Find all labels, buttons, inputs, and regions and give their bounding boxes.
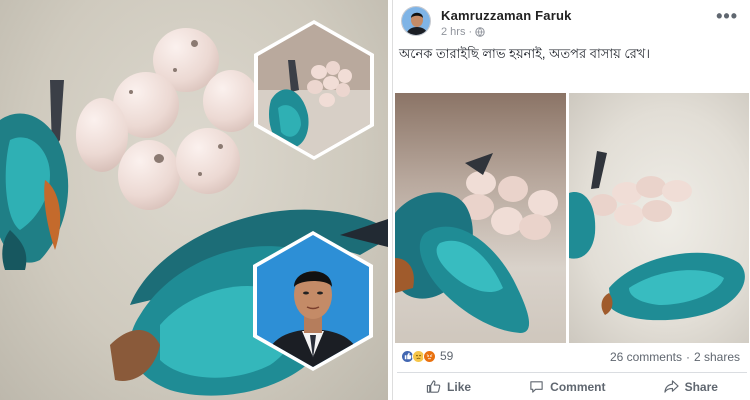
globe-icon <box>475 27 485 37</box>
egg <box>203 70 259 132</box>
share-icon <box>663 380 679 393</box>
post-caption: অনেক তারাইছি লাভ হয়নাই, অতপর বাসায় রেখ… <box>399 46 650 61</box>
composite-photo <box>0 0 388 400</box>
post-meta: 2 hrs · <box>441 26 485 38</box>
avatar[interactable] <box>401 6 431 36</box>
egg <box>176 128 240 194</box>
like-label: Like <box>447 379 472 394</box>
reaction-count: 59 <box>440 349 454 363</box>
engagement-counts: 26 comments · 2 shares <box>610 350 740 364</box>
counts-separator: · <box>685 350 690 364</box>
post-photo-1[interactable] <box>395 93 566 343</box>
meta-separator: · <box>468 26 473 38</box>
shares-count[interactable]: 2 shares <box>694 350 740 364</box>
comments-count[interactable]: 26 comments <box>610 350 682 364</box>
more-options-button[interactable]: ••• <box>716 6 738 27</box>
kingfisher-upper <box>0 80 69 270</box>
action-bar: Like Comment Share <box>397 372 747 400</box>
comment-icon <box>530 381 543 393</box>
like-icon <box>426 380 441 393</box>
post-time[interactable]: 2 hrs <box>441 26 465 38</box>
reaction-summary[interactable]: 59 <box>401 349 453 363</box>
kingfisher-eggs-photo <box>395 153 558 333</box>
comment-label: Comment <box>550 379 606 394</box>
inset-hexagon-portrait <box>253 231 373 371</box>
author-name[interactable]: Kamruzzaman Faruk <box>441 8 572 23</box>
avatar-portrait-icon <box>402 7 430 35</box>
like-button[interactable]: Like <box>426 379 471 394</box>
share-label: Share <box>684 379 718 394</box>
kingfisher-nest-photo <box>569 151 745 321</box>
inset-hexagon-eggs <box>254 20 374 160</box>
post-photo-2[interactable] <box>569 93 749 343</box>
facebook-post: Kamruzzaman Faruk 2 hrs · ••• অনেক তারাই… <box>392 0 750 400</box>
angry-reaction-icon <box>423 349 436 363</box>
share-button[interactable]: Share <box>663 379 718 394</box>
comment-button[interactable]: Comment <box>529 379 606 394</box>
